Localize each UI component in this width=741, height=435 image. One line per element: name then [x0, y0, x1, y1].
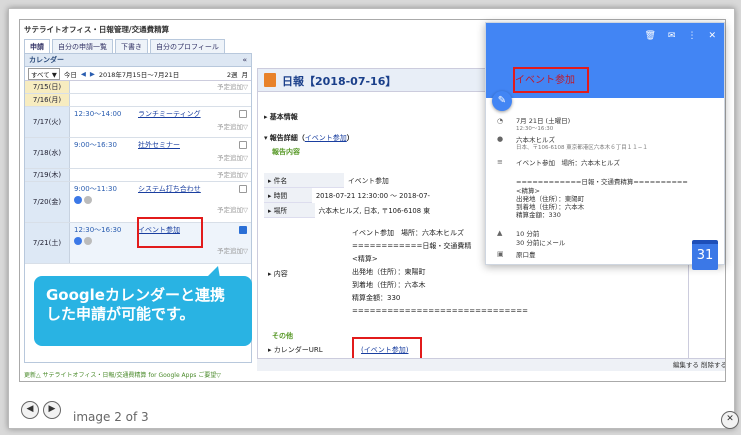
detail-link[interactable]: イベント参加 [305, 134, 347, 142]
calendar-icon[interactable] [74, 196, 82, 204]
report-actions[interactable]: 編集する 削除する [257, 358, 725, 371]
day-row: 7/18(水) 9:00〜16:30 社外セミナー 予定追加▽ [25, 138, 251, 169]
day-date: 7/19(木) [25, 169, 70, 181]
event-checkbox[interactable] [239, 141, 247, 149]
status-icon[interactable] [84, 196, 92, 204]
event-description: 精算金額：330 [516, 211, 561, 219]
mail-icon[interactable]: ✉ [668, 31, 676, 41]
viewer-nav: ◀ ▶ [21, 401, 61, 419]
tab-profile[interactable]: 自分のプロフィール [150, 39, 225, 54]
tab-my-requests[interactable]: 自分の申請一覧 [52, 39, 113, 54]
more-icon[interactable]: ⋮ [687, 31, 696, 41]
next-image-icon[interactable]: ▶ [43, 401, 61, 419]
prev-image-icon[interactable]: ◀ [21, 401, 39, 419]
highlight-box [513, 67, 589, 93]
other-heading: その他 [272, 332, 293, 340]
table-row: ▸ 件名 イベント参加 [264, 173, 434, 188]
event-link[interactable]: システム打ち合わせ [138, 184, 235, 194]
day-date: 7/16(月) [25, 94, 70, 106]
event-owner: 原口豊 [516, 251, 536, 259]
next-week-icon[interactable]: ▶ [90, 70, 95, 78]
day-row: 7/19(木) 予定追加▽ [25, 169, 251, 182]
event-time: 12:30〜16:30 [516, 126, 554, 132]
calendar-icon[interactable] [74, 237, 82, 245]
document-icon [264, 73, 276, 87]
event-checkbox[interactable] [239, 110, 247, 118]
date-range: 2018年7月15日〜7月21日 [98, 70, 180, 79]
today-button[interactable]: 今日 [64, 69, 77, 79]
content-heading: 報告内容 [272, 148, 300, 156]
day-row: 7/15(日) 予定追加▽ [25, 81, 251, 94]
prev-week-icon[interactable]: ◀ [81, 70, 86, 78]
reminder: 30 分前にメール [516, 239, 566, 247]
close-viewer-icon[interactable]: ✕ [721, 411, 739, 429]
day-date: 7/15(日) [25, 81, 70, 93]
day-row: 7/16(月) [25, 94, 251, 107]
delete-icon[interactable]: 🗑 [644, 31, 655, 41]
collapse-icon[interactable]: « [242, 54, 247, 66]
day-date: 7/20(金) [25, 182, 70, 222]
event-description: イベント参加 場所：六本木ヒルズ [516, 159, 620, 167]
callout-bubble: Googleカレンダーと連携 した申請が可能です。 [34, 266, 252, 346]
tab-apply[interactable]: 申請 [24, 39, 50, 54]
view-2week-button[interactable]: 2週 [227, 69, 238, 79]
edit-icon[interactable]: ✎ [492, 91, 512, 111]
event-link[interactable]: ランチミーティング [138, 109, 235, 119]
event-checkbox[interactable] [239, 185, 247, 193]
event-time: 9:00〜16:30 [74, 141, 117, 149]
add-event-link[interactable]: 予定追加▽ [70, 169, 251, 179]
table-row: ▸ 時間 2018-07-21 12:30:00 〜 2018-07- [264, 188, 434, 203]
event-time: 12:30〜14:00 [74, 110, 122, 118]
content-label: ▸ 内容 [268, 270, 288, 278]
view-select[interactable]: すべて ▼ [28, 67, 60, 80]
add-event-link[interactable]: 予定追加▽ [70, 121, 251, 131]
event-address: 日本、〒106-6108 東京都港区六本木６丁目１１−１ [516, 145, 648, 151]
event-description: ============日報・交通費精算========== [516, 178, 688, 186]
detail-section: ▾ 報告詳細（イベント参加） [264, 134, 354, 142]
google-calendar-icon[interactable]: 31 [692, 240, 718, 270]
image-viewer: サテライトオフィス・日報管理/交通費精算 申請 自分の申請一覧 下書き 自分のプ… [8, 8, 739, 429]
event-popup: 🗑 ✉ ⋮ ✕ イベント参加 ✎ ◔ 7月 21日 (土曜日) 12:30〜16:30… [485, 22, 725, 270]
calendar-header: カレンダー [29, 56, 64, 64]
report-title: 日報【2018-07-16】 [282, 75, 397, 88]
app-title: サテライトオフィス・日報管理/交通費精算 [24, 25, 170, 34]
app-tabs: 申請 自分の申請一覧 下書き 自分のプロフィール [24, 39, 225, 54]
report-table: ▸ 件名 イベント参加 ▸ 時間 2018-07-21 12:30:00 〜 201… [264, 173, 434, 218]
view-month-button[interactable]: 月 [242, 69, 249, 79]
location-icon: ● [497, 135, 504, 143]
highlight-box [137, 217, 203, 248]
close-icon[interactable]: ✕ [708, 31, 716, 41]
add-event-link[interactable]: 予定追加▽ [70, 204, 251, 214]
event-time: 12:30〜16:30 [74, 226, 122, 234]
description-icon: ≡ [497, 158, 503, 166]
clock-icon: ◔ [497, 117, 504, 125]
bell-icon: ▲ [497, 229, 503, 237]
day-date: 7/17(火) [25, 107, 70, 137]
app-footer: 更新△ サテライトオフィス・日報/交通費精算 for Google Apps ご… [24, 372, 221, 379]
day-row: 7/17(火) 12:30〜14:00 ランチミーティング 予定追加▽ [25, 107, 251, 138]
calendar-nav: すべて ▼ 今日 ◀ ▶ 2018年7月15日〜7月21日 2週 月 [25, 67, 251, 81]
status-icon[interactable] [84, 237, 92, 245]
table-row: ▸ 場所 六本木ヒルズ, 日本, 〒106-6108 東 [264, 203, 434, 218]
day-date: 7/18(水) [25, 138, 70, 168]
day-date: 7/21(土) [25, 223, 70, 263]
tab-drafts[interactable]: 下書き [115, 39, 148, 54]
event-time: 9:00〜11:30 [74, 185, 117, 193]
event-checkbox[interactable] [239, 226, 247, 234]
event-link[interactable]: 社外セミナー [138, 140, 235, 150]
add-event-link[interactable]: 予定追加▽ [70, 81, 251, 91]
add-event-link[interactable]: 予定追加▽ [70, 152, 251, 162]
calendar-url-label: ▸ カレンダーURL [268, 346, 323, 354]
calendar-owner-icon: ▣ [497, 250, 504, 258]
image-caption: image 2 of 3 [73, 410, 149, 424]
basic-info-section[interactable]: ▸ 基本情報 [264, 112, 298, 122]
